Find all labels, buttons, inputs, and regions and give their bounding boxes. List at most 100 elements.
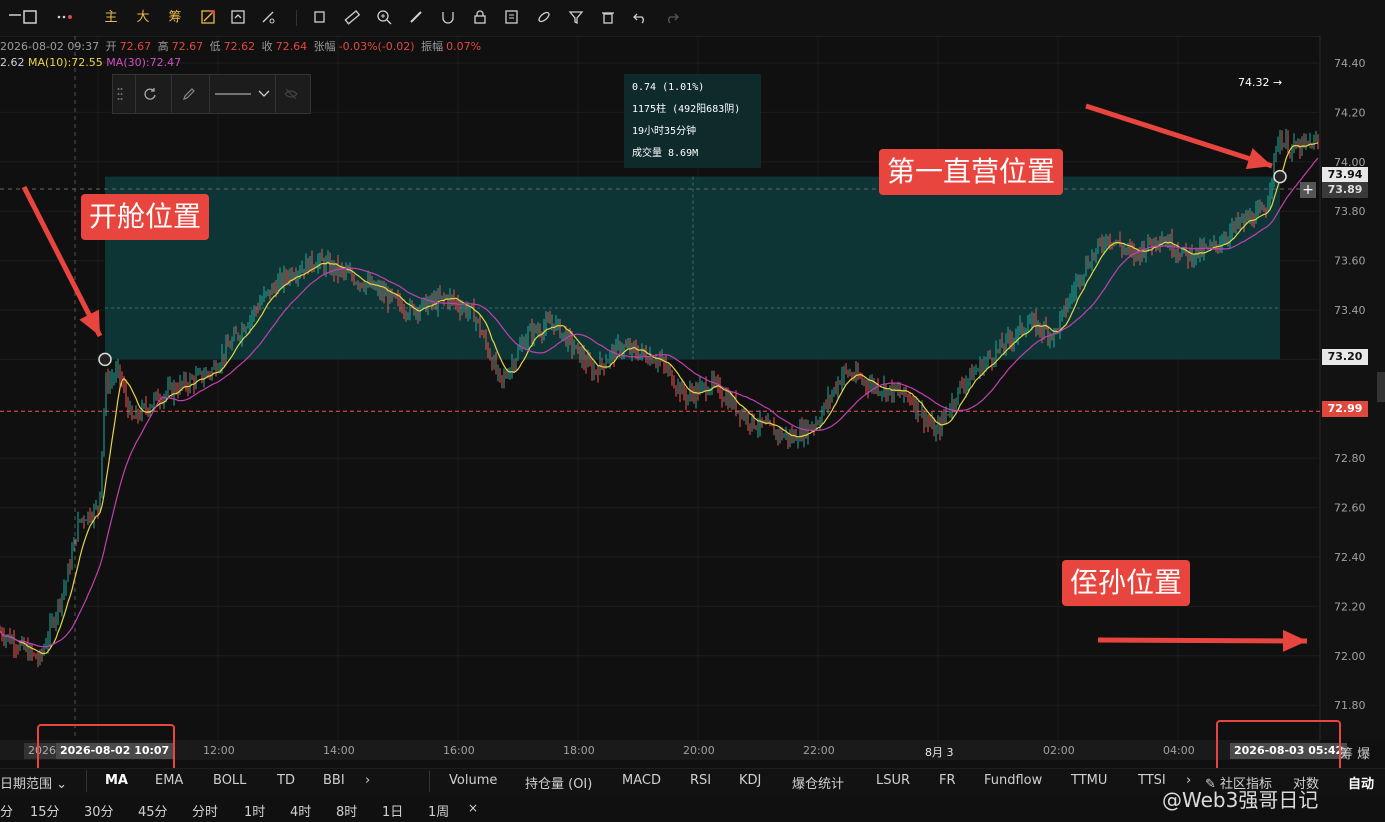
measure-end-anchor <box>1273 169 1287 184</box>
time-axis <box>0 740 1320 760</box>
big-button[interactable]: 大 <box>134 8 152 28</box>
time-label: 18:00 <box>563 744 595 757</box>
drawing-toolbar <box>112 74 311 114</box>
time-label: 14:00 <box>323 744 355 757</box>
interval-1d[interactable]: 1日 <box>382 801 403 820</box>
price-tick-label: 73.80 <box>1334 205 1366 218</box>
chips-button[interactable]: 筹 <box>166 8 184 28</box>
measure-change: 0.74 (1.01%) <box>632 82 705 93</box>
measure-bars: 1175柱 (492阳683阴) <box>632 104 741 115</box>
interval-30m[interactable]: 30分 <box>84 801 114 820</box>
price-tag-measure-bottom: 73.20 <box>1322 349 1368 365</box>
drag-handle-icon[interactable] <box>117 86 123 105</box>
indicator-liquidation[interactable]: 爆仓统计 <box>792 773 844 792</box>
time-label: 02:00 <box>1043 744 1075 757</box>
brush-icon[interactable] <box>408 9 426 27</box>
interval-timeshare[interactable]: 分时 <box>192 801 218 820</box>
more-icon[interactable] <box>56 9 74 27</box>
open-label: 开 <box>105 40 117 53</box>
amp-label: 振幅 <box>421 40 444 53</box>
indicator-divider <box>86 770 87 792</box>
date-range-dropdown[interactable]: 日期范围 ⌄ <box>0 773 67 792</box>
close-value: 72.64 <box>275 40 308 53</box>
low-value: 72.62 <box>223 40 256 53</box>
drawbar-divider <box>135 75 136 113</box>
side-panel-handle[interactable] <box>1377 372 1385 402</box>
date-range-label: 日期范围 <box>0 777 53 792</box>
magnet-icon[interactable] <box>440 9 458 27</box>
indicator-ttmu[interactable]: TTMU <box>1071 773 1107 788</box>
interval-4h[interactable]: 4时 <box>290 801 311 820</box>
indicator-oi[interactable]: 持仓量 (OI) <box>525 773 592 792</box>
indicator-bbi[interactable]: BBI <box>323 773 345 788</box>
drawbar-divider <box>275 75 276 113</box>
zoom-in-icon[interactable] <box>376 9 394 27</box>
indicator-boll[interactable]: BOLL <box>213 773 246 788</box>
draw-tool-icon[interactable] <box>260 9 278 27</box>
price-tick-label: 73.60 <box>1334 255 1366 268</box>
interval-1m[interactable]: 分 <box>0 801 13 820</box>
time-label: 12:00 <box>203 744 235 757</box>
change-label: 张幅 <box>313 40 336 53</box>
price-tick-label: 72.60 <box>1334 502 1366 515</box>
drawbar-divider <box>171 75 172 113</box>
annotation-arrow-nephew-head <box>1282 629 1307 652</box>
interval-45m[interactable]: 45分 <box>138 801 168 820</box>
add-price-icon[interactable]: + <box>1300 182 1316 198</box>
indicator-divider <box>429 770 430 792</box>
price-tick-label: 72.20 <box>1334 600 1366 613</box>
indicator-ma[interactable]: MA <box>105 773 128 788</box>
annotation-arrow-nephew <box>1097 637 1308 644</box>
interval-8h[interactable]: 8时 <box>336 801 357 820</box>
interval-15m[interactable]: 15分 <box>30 801 60 820</box>
ruler-icon[interactable] <box>344 9 362 27</box>
change-value: -0.03%(-0.02) <box>338 40 415 53</box>
annotation-nephew-position: 侄孙位置 <box>1062 560 1191 606</box>
time-label: 8月 3 <box>925 746 954 759</box>
square-icon[interactable] <box>22 9 40 27</box>
template-icon[interactable] <box>230 9 248 27</box>
time-axis-right-glyphs[interactable]: 筹 爆 <box>1340 743 1370 762</box>
indicator-volume[interactable]: Volume <box>449 773 497 788</box>
price-tick-label: 72.40 <box>1334 551 1366 564</box>
close-label: 收 <box>261 40 273 53</box>
indicator-edit-icon[interactable] <box>200 9 218 27</box>
pen-icon[interactable] <box>181 86 197 106</box>
chevron-right-icon[interactable]: › <box>365 773 370 788</box>
undo-icon[interactable] <box>632 9 650 27</box>
copy-icon[interactable] <box>312 9 330 27</box>
lock-icon[interactable] <box>472 9 490 27</box>
line-style-dropdown[interactable] <box>213 86 273 106</box>
indicator-macd[interactable]: MACD <box>622 773 661 788</box>
price-tick-label: 72.00 <box>1334 650 1366 663</box>
indicator-rsi[interactable]: RSI <box>690 773 711 788</box>
refresh-icon[interactable] <box>142 86 158 106</box>
trash-icon[interactable] <box>600 9 618 27</box>
interval-1h[interactable]: 1时 <box>244 801 265 820</box>
annotation-arrow-direct <box>1085 103 1273 169</box>
price-tick-label: 73.40 <box>1334 304 1366 317</box>
hide-icon[interactable] <box>283 86 299 106</box>
high-label: 高 <box>157 40 169 53</box>
main-chart-button[interactable]: 主 <box>102 8 120 28</box>
indicator-fr[interactable]: FR <box>939 773 956 788</box>
annotation-open-position: 开舱位置 <box>81 194 210 240</box>
measure-start-anchor <box>98 352 112 367</box>
annotation-direct-position: 第一直营位置 <box>879 149 1064 195</box>
note-edit-icon[interactable] <box>504 9 522 27</box>
indicator-td[interactable]: TD <box>277 773 295 788</box>
price-tag-measure-top: 73.94 <box>1322 167 1368 183</box>
auto-scale-toggle[interactable]: 自动 <box>1348 773 1374 792</box>
interval-1w[interactable]: 1周 <box>428 801 449 820</box>
price-tag-crosshair: 73.89 <box>1322 182 1368 198</box>
indicator-fundflow[interactable]: Fundflow <box>984 773 1042 788</box>
indicator-lsur[interactable]: LSUR <box>876 773 910 788</box>
watermark: @Web3强哥日记 <box>1162 788 1319 812</box>
close-icon[interactable]: × <box>468 801 478 815</box>
chevron-down-icon: ⌄ <box>56 777 68 792</box>
indicator-kdj[interactable]: KDJ <box>739 773 761 788</box>
link-icon[interactable] <box>536 9 554 27</box>
indicator-ema[interactable]: EMA <box>155 773 183 788</box>
redo-icon[interactable] <box>664 9 682 27</box>
filter-icon[interactable] <box>568 9 586 27</box>
